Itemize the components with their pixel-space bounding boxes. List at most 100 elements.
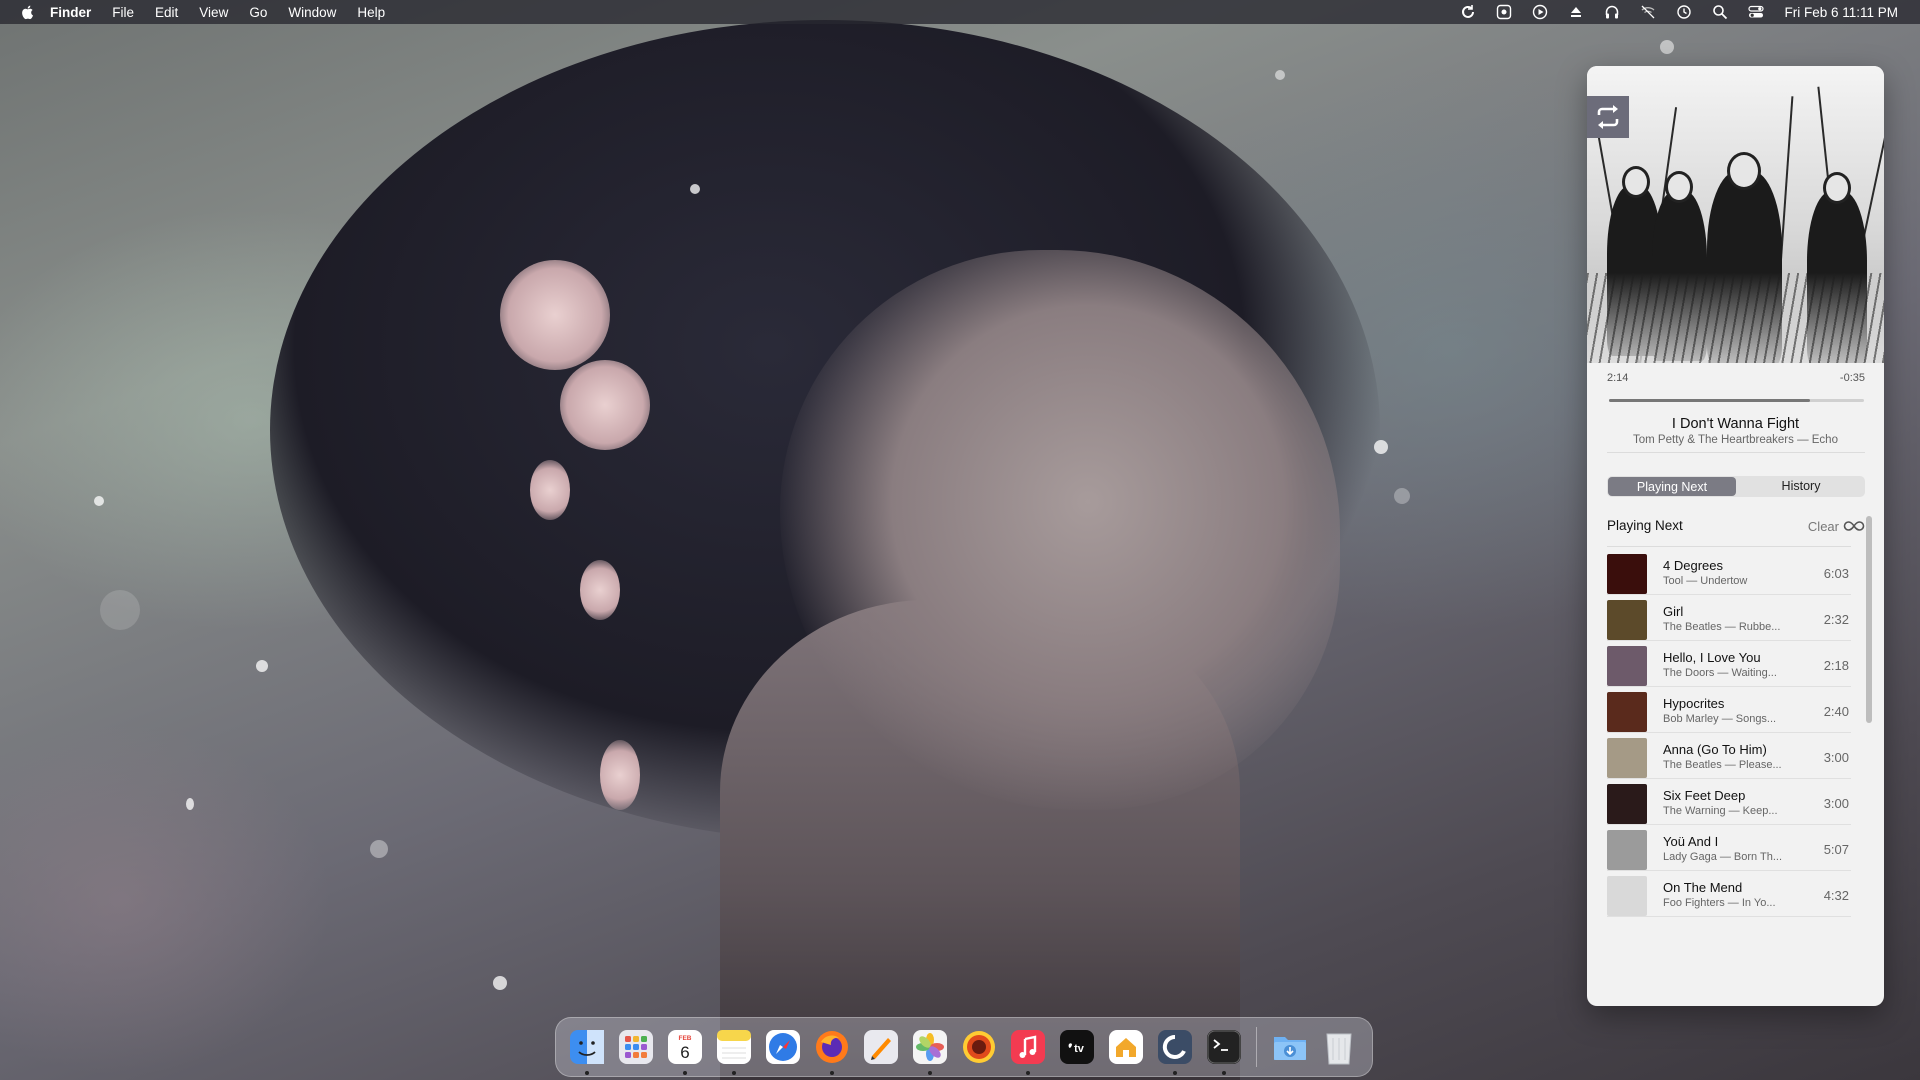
queue-row-title: Yoü And I (1663, 834, 1719, 849)
music-now-playing-panel: 2:14 -0:35 I Don't Wanna Fight Tom Petty… (1587, 66, 1884, 1006)
menubar-clock[interactable]: Fri Feb 6 11:11 PM (1784, 5, 1898, 20)
firefox-icon[interactable] (812, 1027, 852, 1075)
photos-icon[interactable] (910, 1027, 950, 1075)
dock-running-indicator (732, 1071, 736, 1075)
control-center-icon[interactable] (1748, 4, 1765, 20)
headphones-icon[interactable] (1604, 4, 1620, 20)
svg-text:tv: tv (1074, 1043, 1085, 1055)
queue-row[interactable]: Yoü And I Lady Gaga — Born Th... 5:07 (1607, 825, 1851, 871)
time-machine-icon[interactable] (1676, 4, 1692, 20)
autoplay-infinity-icon[interactable] (1843, 518, 1865, 534)
queue-header-title: Playing Next (1607, 518, 1683, 533)
clear-queue-button[interactable]: Clear (1808, 519, 1839, 534)
queue-row-title: On The Mend (1663, 880, 1743, 895)
wallpaper-snowflake (370, 840, 388, 858)
queue-header: Playing Next Clear (1607, 518, 1865, 538)
queue-row[interactable]: Girl The Beatles — Rubbe... 2:32 (1607, 595, 1851, 641)
menu-help[interactable]: Help (357, 5, 385, 20)
queue-row-subtitle: Tool — Undertow (1663, 575, 1748, 587)
home-icon[interactable] (1106, 1027, 1146, 1067)
dock-running-indicator (928, 1071, 932, 1075)
apple-logo-icon[interactable] (20, 4, 36, 20)
trash-icon[interactable] (1319, 1027, 1359, 1067)
svg-text:FEB: FEB (679, 1035, 692, 1042)
queue-row[interactable]: Hello, I Love You The Doors — Waiting... 2… (1607, 641, 1851, 687)
queue-row-title: Anna (Go To Him) (1663, 742, 1767, 757)
tab-playing-next[interactable]: Playing Next (1608, 477, 1736, 496)
calendar-icon[interactable]: FEB 6 (665, 1027, 705, 1075)
album-artwork (1587, 66, 1884, 363)
safari-icon[interactable] (763, 1027, 803, 1067)
menu-app-name[interactable]: Finder (50, 5, 91, 20)
wallpaper-flower (580, 560, 620, 620)
queue-row-artwork (1607, 692, 1647, 732)
queue-row-duration: 5:07 (1823, 842, 1849, 857)
firefox-nightly-icon[interactable] (959, 1027, 999, 1067)
queue-row-subtitle: The Beatles — Rubbe... (1663, 621, 1781, 633)
queue-row-title: 4 Degrees (1663, 558, 1723, 573)
wallpaper-flower (530, 460, 570, 520)
menu-file[interactable]: File (112, 5, 134, 20)
dock-running-indicator (1222, 1071, 1226, 1075)
queue-row-subtitle: Foo Fighters — In Yo... (1663, 897, 1776, 909)
menu-view[interactable]: View (199, 5, 228, 20)
screenshot-icon[interactable] (1496, 4, 1512, 20)
finder-icon[interactable] (567, 1027, 607, 1075)
wallpaper-flower (500, 260, 610, 370)
music-icon[interactable] (1008, 1027, 1048, 1075)
playback-progress-fill (1609, 399, 1811, 402)
dock-running-indicator (1173, 1071, 1177, 1075)
playback-progress-bar[interactable] (1609, 399, 1864, 402)
wallpaper-snowflake (94, 496, 104, 506)
dock-running-indicator (830, 1071, 834, 1075)
queue-row-subtitle: Bob Marley — Songs... (1663, 713, 1777, 725)
wallpaper-snowflake (1394, 488, 1410, 504)
menu-window[interactable]: Window (288, 5, 336, 20)
reload-icon[interactable] (1460, 4, 1476, 20)
search-icon[interactable] (1712, 4, 1728, 20)
queue-row-duration: 6:03 (1823, 566, 1849, 581)
dock-separator (1256, 1027, 1257, 1067)
dock-running-indicator (1026, 1071, 1030, 1075)
eject-icon[interactable] (1568, 4, 1584, 20)
queue-row-artwork (1607, 646, 1647, 686)
svg-text:6: 6 (680, 1043, 689, 1062)
wallpaper-snowflake (100, 590, 140, 630)
wallpaper-snowflake (1660, 40, 1674, 54)
queue-list: 4 Degrees Tool — Undertow 6:03 Girl The Beat… (1607, 549, 1851, 917)
launchpad-icon[interactable] (616, 1027, 656, 1067)
menu-edit[interactable]: Edit (155, 5, 178, 20)
notes-icon[interactable] (714, 1027, 754, 1075)
repeat-button[interactable] (1587, 96, 1629, 138)
wallpaper-snowflake (256, 660, 268, 672)
queue-row-artwork (1607, 554, 1647, 594)
apple-tv-icon[interactable]: tv (1057, 1027, 1097, 1067)
tab-history[interactable]: History (1737, 476, 1865, 497)
queue-row[interactable]: Six Feet Deep The Warning — Keep... 3:00 (1607, 779, 1851, 825)
divider (1607, 452, 1865, 453)
wallpaper-snowflake (493, 976, 507, 990)
wifi-off-icon[interactable] (1640, 4, 1656, 20)
queue-row-title: Hello, I Love You (1663, 650, 1761, 665)
now-playing-artist-album: Tom Petty & The Heartbreakers — Echo (1633, 434, 1838, 446)
queue-row-subtitle: The Beatles — Please... (1663, 759, 1782, 771)
divider (1607, 546, 1851, 547)
wallpaper-flower (560, 360, 650, 450)
downloads-folder-icon[interactable] (1270, 1027, 1310, 1067)
terminal-icon[interactable] (1204, 1027, 1244, 1075)
queue-scrollbar[interactable] (1866, 516, 1872, 723)
chatgpt-icon[interactable] (1155, 1027, 1195, 1075)
queue-row[interactable]: On The Mend Foo Fighters — In Yo... 4:32 (1607, 871, 1851, 917)
play-circle-icon[interactable] (1532, 4, 1548, 20)
queue-row[interactable]: Anna (Go To Him) The Beatles — Please... 3… (1607, 733, 1851, 779)
wallpaper-snowflake (1374, 440, 1388, 454)
queue-row[interactable]: 4 Degrees Tool — Undertow 6:03 (1607, 549, 1851, 595)
queue-row-title: Girl (1663, 604, 1684, 619)
queue-row[interactable]: Hypocrites Bob Marley — Songs... 2:40 (1607, 687, 1851, 733)
now-playing-title: I Don't Wanna Fight (1671, 416, 1800, 432)
queue-row-title: Hypocrites (1663, 696, 1725, 711)
queue-row-duration: 2:40 (1823, 704, 1849, 719)
dock-running-indicator (585, 1071, 589, 1075)
menu-go[interactable]: Go (249, 5, 267, 20)
pixelmator-icon[interactable] (861, 1027, 901, 1067)
